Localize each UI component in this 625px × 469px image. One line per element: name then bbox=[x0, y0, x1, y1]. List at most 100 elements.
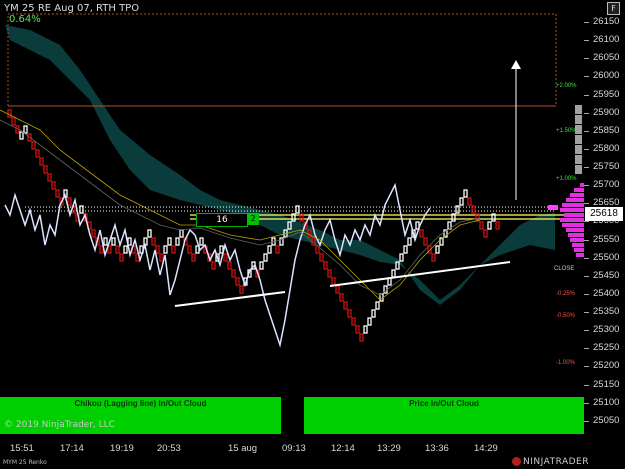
time-tick-label: 12:14 bbox=[331, 443, 355, 454]
renko-bar-down bbox=[423, 237, 428, 246]
price-tick-mark bbox=[584, 293, 589, 295]
ichimoku-cloud bbox=[5, 25, 555, 305]
price-tick-label: 25050 bbox=[593, 414, 620, 426]
renko-bar-down bbox=[35, 149, 40, 158]
renko-bar-down bbox=[55, 189, 60, 198]
price-tick-label: 25950 bbox=[593, 88, 620, 100]
renko-bar-up bbox=[391, 269, 396, 278]
renko-bar-up bbox=[363, 325, 368, 334]
price-tick-mark bbox=[584, 384, 589, 386]
renko-bar-down bbox=[171, 245, 176, 254]
change-percent: 0.64% bbox=[9, 14, 41, 25]
renko-bar-down bbox=[187, 245, 192, 254]
price-tick-mark bbox=[584, 221, 589, 223]
renko-bar-down bbox=[351, 317, 356, 326]
price-tick-label: 25800 bbox=[593, 142, 620, 154]
renko-bar-down bbox=[227, 261, 232, 270]
volume-profile-bar bbox=[566, 198, 584, 202]
level-label: -1.00% bbox=[556, 360, 576, 366]
price-tick-label: 25450 bbox=[593, 269, 620, 281]
volume-profile-bar bbox=[560, 208, 584, 212]
renko-bar-down bbox=[323, 261, 328, 270]
price-cloud-panel: Price In/Out Cloud bbox=[304, 397, 584, 434]
price-tick-label: 25750 bbox=[593, 161, 620, 173]
volume-profile-bar bbox=[568, 233, 584, 237]
price-tick-mark bbox=[584, 312, 589, 314]
volume-profile-bar bbox=[564, 213, 584, 217]
price-tick-label: 25400 bbox=[593, 287, 620, 299]
price-tick-mark bbox=[584, 167, 589, 169]
target-arrow-head bbox=[511, 60, 521, 69]
volume-profile-bar bbox=[576, 253, 584, 257]
price-panel-label: Price In/Out Cloud bbox=[409, 399, 479, 408]
renko-bar-up bbox=[403, 245, 408, 254]
renko-bar-down bbox=[235, 277, 240, 286]
renko-bar-down bbox=[67, 197, 72, 206]
renko-bar-down bbox=[7, 109, 12, 118]
price-tick-mark bbox=[584, 130, 589, 132]
price-tick-label: 25850 bbox=[593, 124, 620, 136]
renko-bar-down bbox=[151, 237, 156, 246]
price-tick-label: 25200 bbox=[593, 360, 620, 372]
price-tick-mark bbox=[584, 58, 589, 60]
price-tick-label: 26150 bbox=[593, 16, 620, 27]
price-tick-mark bbox=[584, 112, 589, 114]
renko-bar-down bbox=[483, 229, 488, 238]
renko-bar-up bbox=[435, 245, 440, 254]
renko-bar-down bbox=[327, 269, 332, 278]
renko-bar-up bbox=[459, 197, 464, 206]
renko-bar-down bbox=[339, 293, 344, 302]
price-tick-mark bbox=[584, 330, 589, 332]
volume-profile-bar bbox=[575, 105, 582, 114]
volume-profile-bar bbox=[570, 193, 584, 197]
price-chart-canvas[interactable] bbox=[0, 0, 625, 440]
renko-bar-up bbox=[199, 237, 204, 246]
price-tick-label: 25300 bbox=[593, 324, 620, 336]
time-axis[interactable]: 15:51 17:14 19:19 20:53 15 aug 09:13 12:14 13:2… bbox=[0, 440, 625, 458]
price-tick-mark bbox=[584, 185, 589, 187]
renko-bar-up bbox=[163, 245, 168, 254]
renko-bar-up bbox=[123, 245, 128, 254]
time-tick-label: 13:29 bbox=[377, 443, 401, 454]
volume-profile-bar bbox=[566, 228, 584, 232]
renko-bar-up bbox=[111, 237, 116, 246]
renko-bar-down bbox=[335, 285, 340, 294]
price-tick-mark bbox=[584, 257, 589, 259]
renko-bar-down bbox=[47, 173, 52, 182]
renko-bar-up bbox=[375, 301, 380, 310]
price-tick-mark bbox=[584, 203, 589, 205]
renko-bar-down bbox=[319, 253, 324, 262]
renko-bar-down bbox=[31, 141, 36, 150]
renko-bar-down bbox=[211, 261, 216, 270]
renko-bar-up bbox=[103, 237, 108, 246]
time-tick-label: 19:19 bbox=[110, 443, 134, 454]
current-bar-marker bbox=[548, 205, 558, 210]
level-label: -0.25% bbox=[556, 291, 576, 297]
renko-bar-down bbox=[359, 333, 364, 342]
renko-bar-up bbox=[175, 237, 180, 246]
renko-bar-up bbox=[23, 125, 28, 134]
volume-profile-bar bbox=[575, 135, 582, 144]
renko-bar-up bbox=[487, 221, 492, 230]
price-tick-mark bbox=[584, 22, 589, 23]
renko-bar-down bbox=[419, 229, 424, 238]
time-tick-label: 14:29 bbox=[474, 443, 498, 454]
volume-profile-bar bbox=[574, 188, 584, 192]
copyright-text: © 2019 NinjaTrader, LLC bbox=[4, 420, 115, 430]
current-price-marker: 25618 bbox=[585, 207, 623, 221]
level-label: CLOSE bbox=[554, 266, 575, 272]
renko-bar-up bbox=[179, 229, 184, 238]
brand-icon bbox=[512, 457, 521, 466]
price-tick-mark bbox=[584, 420, 589, 422]
renko-bar-down bbox=[191, 253, 196, 262]
time-tick-label: 15 aug bbox=[228, 443, 258, 454]
renko-bar-down bbox=[239, 285, 244, 294]
renko-bar-down bbox=[275, 245, 280, 254]
renko-bar-down bbox=[479, 221, 484, 230]
renko-bar-down bbox=[91, 229, 96, 238]
renko-bar-up bbox=[79, 205, 84, 214]
time-tick-label: 09:13 bbox=[282, 443, 306, 454]
renko-bar-down bbox=[331, 277, 336, 286]
price-tick-label: 26000 bbox=[593, 70, 620, 82]
renko-bar-up bbox=[371, 309, 376, 318]
